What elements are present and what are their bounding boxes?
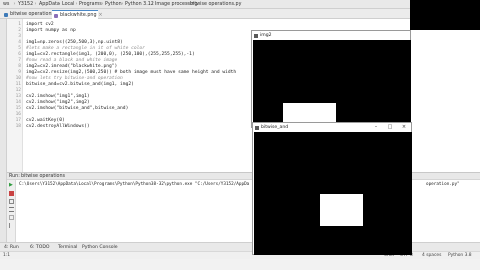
image-file-icon [54,13,58,18]
white-rectangle [320,194,363,226]
interpreter-label[interactable]: Python 3.8 [448,252,472,260]
tab-bitwise-operations[interactable]: bitwise operations.py× [2,10,67,19]
breadcrumb-item[interactable]: ws [3,1,9,8]
caret-position[interactable]: 1:1 [3,252,10,260]
dark-background-region [410,0,480,30]
opencv-icon [254,33,258,38]
breadcrumb-separator-icon: › [13,2,16,7]
pin-icon[interactable] [9,199,14,204]
breadcrumb-item[interactable]: Local [62,1,74,8]
run-command-line: C:\Users\Y3152\AppData\Local\Programs\Py… [19,182,250,187]
breadcrumb-item[interactable]: Programs [79,1,102,8]
editor-tabs: bitwise operations.py× blackwhite.png× [0,9,480,19]
print-icon[interactable] [9,215,14,220]
breadcrumb-item[interactable]: bitwise operations.py [190,1,241,8]
cv-window-titlebar[interactable]: bitwise_and – □ × [253,123,411,132]
line-number: 18 [15,124,21,129]
project-tool-strip[interactable] [0,19,7,259]
opencv-icon [255,125,259,130]
breadcrumb-separator-icon: › [34,2,37,7]
breadcrumb-item[interactable]: Y3152 [18,1,33,8]
indent-setting[interactable]: 4 spaces [422,252,441,260]
maximize-icon[interactable]: □ [385,123,395,132]
wrap-icon[interactable] [9,207,14,212]
code-line[interactable]: cv2.destroyAllWindows() [26,124,90,130]
image-canvas [254,132,412,255]
tab-blackwhite-png[interactable]: blackwhite.png × [52,10,103,19]
cv-window-title: img2 [260,33,272,38]
code-line[interactable]: import numpy as np [26,28,76,34]
code-line[interactable]: cv2.imshow("bitwise_and",bitwise_and) [26,106,128,112]
cv-window-img2[interactable]: img2 [251,30,411,128]
cv-window-bitwise-and[interactable]: bitwise_and – □ × [252,122,412,255]
run-command-tail: operation.py" [426,182,460,187]
python-file-icon [4,12,8,17]
cv-window-title: bitwise_and [261,125,289,130]
navigation-bar: ws › Y3152 › AppData › Local › Programs … [0,0,480,9]
line-number-gutter: 1 2 3 4 5 6 7 8 9 10 11 12 13 14 15 16 17 18 [7,19,23,172]
stop-icon[interactable] [9,191,14,196]
rerun-icon[interactable]: ▶ [9,183,14,188]
close-icon[interactable]: × [99,13,103,18]
trash-icon[interactable] [9,223,14,228]
run-toolbar: ▶ [7,180,16,242]
code-line[interactable]: bitwise_and=cv2.bitwise_and(img1, img2) [26,82,134,88]
cv-window-titlebar[interactable]: img2 [252,31,410,40]
tab-label: blackwhite.png [60,13,97,18]
image-canvas [253,40,411,128]
close-icon[interactable]: × [399,123,409,132]
minimize-icon[interactable]: – [371,123,381,132]
